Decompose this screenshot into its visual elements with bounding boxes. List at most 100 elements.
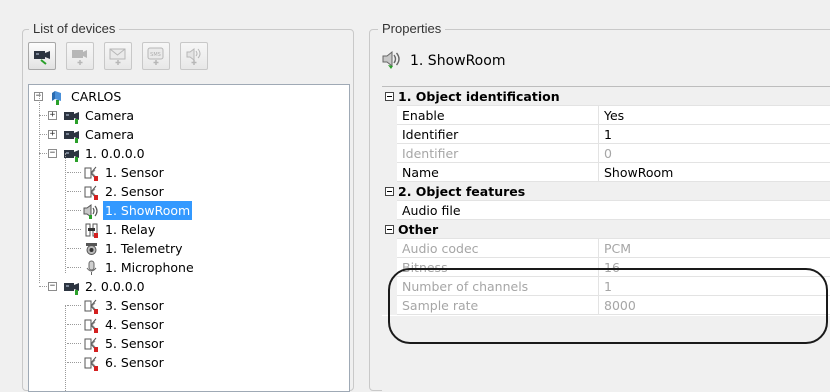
tree-node-label: 3. Sensor [105, 298, 164, 313]
tree-node[interactable]: 1. Sensor [83, 163, 166, 182]
property-row[interactable]: Bitness 16 [382, 258, 830, 277]
property-row[interactable]: Audio file [382, 201, 830, 220]
row-gutter [382, 144, 397, 163]
tree-connector [67, 210, 81, 211]
tree-node[interactable]: 3. Sensor [83, 296, 166, 315]
property-row[interactable]: Enable Yes [382, 106, 830, 125]
property-value: 16 [598, 258, 830, 277]
tree-node[interactable]: 1. Relay [83, 220, 157, 239]
devices-panel-title: List of devices [29, 21, 120, 36]
add-device-button[interactable] [66, 42, 94, 70]
row-gutter [382, 106, 397, 125]
properties-panel: Properties 1. ShowRoom 1. Object identif… [369, 21, 830, 391]
tree-connector [67, 324, 81, 325]
tree-node-label: 2. Sensor [105, 184, 164, 199]
sensor-icon [83, 355, 101, 371]
category-label: Other [398, 222, 439, 237]
tree-guide [39, 93, 40, 283]
property-key: Identifier [402, 127, 459, 142]
tree-node-label: 2. 0.0.0.0 [85, 279, 145, 294]
row-gutter [382, 239, 397, 258]
property-value: 0 [598, 144, 830, 163]
property-value: PCM [598, 239, 830, 258]
tree-node-label: CARLOS [71, 89, 122, 104]
expand-icon[interactable]: + [48, 130, 57, 139]
row-gutter [382, 125, 397, 144]
devices-panel: List of devices SMS − CARLOS + Camera + Camer… [22, 21, 354, 392]
tree-node-label: 1. Telemetry [105, 241, 183, 256]
camera-icon [63, 127, 81, 143]
collapse-icon[interactable] [385, 92, 394, 101]
add-speaker-button[interactable] [180, 42, 208, 70]
computer-icon [49, 89, 67, 105]
property-value: 8000 [598, 296, 830, 315]
property-row[interactable]: Name ShowRoom [382, 163, 830, 182]
property-category[interactable]: 2. Object features [382, 182, 830, 201]
add-camera-button[interactable] [28, 42, 56, 70]
collapse-icon[interactable]: − [48, 282, 57, 291]
tree-node[interactable]: 1. Microphone [83, 258, 196, 277]
tree-connector [67, 362, 81, 363]
row-gutter [382, 296, 397, 315]
property-value: 1 [598, 277, 830, 296]
tree-node[interactable]: 4. Sensor [83, 315, 166, 334]
property-row[interactable]: Identifier 1 [382, 125, 830, 144]
property-row[interactable]: Number of channels 1 [382, 277, 830, 296]
microphone-icon [83, 260, 101, 276]
property-category[interactable]: Other [382, 220, 830, 239]
add-mail-button[interactable] [104, 42, 132, 70]
sensor-icon [83, 317, 101, 333]
tree-node-label: 1. ShowRoom [103, 201, 193, 220]
sensor-icon [83, 184, 101, 200]
property-value[interactable]: ShowRoom [598, 163, 830, 182]
category-label: 1. Object identification [398, 89, 560, 104]
tree-node[interactable]: 5. Sensor [83, 334, 166, 353]
tree-node-label: 1. Relay [105, 222, 156, 237]
add-sms-button[interactable]: SMS [142, 42, 170, 70]
tree-node[interactable]: 1. Telemetry [83, 239, 185, 258]
tree-connector [67, 229, 81, 230]
tree-node-label: 6. Sensor [105, 355, 164, 370]
property-row[interactable]: Sample rate 8000 [382, 296, 830, 315]
tree-guide [65, 305, 66, 391]
tree-node-label: 1. 0.0.0.0 [85, 146, 145, 161]
tree-node[interactable]: + Camera [48, 106, 136, 125]
property-grid[interactable]: 1. Object identification Enable Yes Identif… [382, 86, 830, 391]
tree-connector [67, 191, 81, 192]
tree-node[interactable]: − 1. 0.0.0.0 [48, 144, 147, 163]
property-category[interactable]: 1. Object identification [382, 87, 830, 106]
devices-toolbar: SMS [28, 42, 208, 70]
camera-icon [63, 108, 81, 124]
tree-node[interactable]: − CARLOS [34, 87, 123, 106]
property-value[interactable]: Yes [598, 106, 830, 125]
tree-node-label: 5. Sensor [105, 336, 164, 351]
sensor-icon [83, 165, 101, 181]
tree-node[interactable]: + Camera [48, 125, 136, 144]
property-grid-empty-area [382, 316, 830, 391]
property-key: Enable [402, 108, 445, 123]
camera-icon [63, 279, 81, 295]
tree-node[interactable]: − 2. 0.0.0.0 [48, 277, 147, 296]
tree-node-label: 1. Sensor [105, 165, 164, 180]
category-label: 2. Object features [398, 184, 526, 199]
property-value[interactable]: 1 [598, 125, 830, 144]
property-key: Identifier [402, 146, 459, 161]
property-row[interactable]: Identifier 0 [382, 144, 830, 163]
object-header: 1. ShowRoom [380, 48, 505, 74]
properties-panel-title: Properties [378, 21, 446, 36]
tree-connector [67, 248, 81, 249]
row-gutter [382, 201, 397, 220]
collapse-icon[interactable] [385, 225, 394, 234]
row-gutter [382, 258, 397, 277]
tree-node[interactable]: 6. Sensor [83, 353, 166, 372]
collapse-icon[interactable]: − [48, 149, 57, 158]
expand-icon[interactable]: + [48, 111, 57, 120]
tree-node-label: 1. Microphone [105, 260, 194, 275]
tree-node[interactable]: 2. Sensor [83, 182, 166, 201]
object-name: 1. ShowRoom [410, 53, 506, 69]
property-row[interactable]: Audio codec PCM [382, 239, 830, 258]
tree-node[interactable]: 1. ShowRoom [83, 201, 193, 220]
tree-connector [67, 343, 81, 344]
collapse-icon[interactable] [385, 187, 394, 196]
device-tree[interactable]: − CARLOS + Camera + Camera −1. 0.0.0.0 1. Senso… [28, 84, 350, 392]
